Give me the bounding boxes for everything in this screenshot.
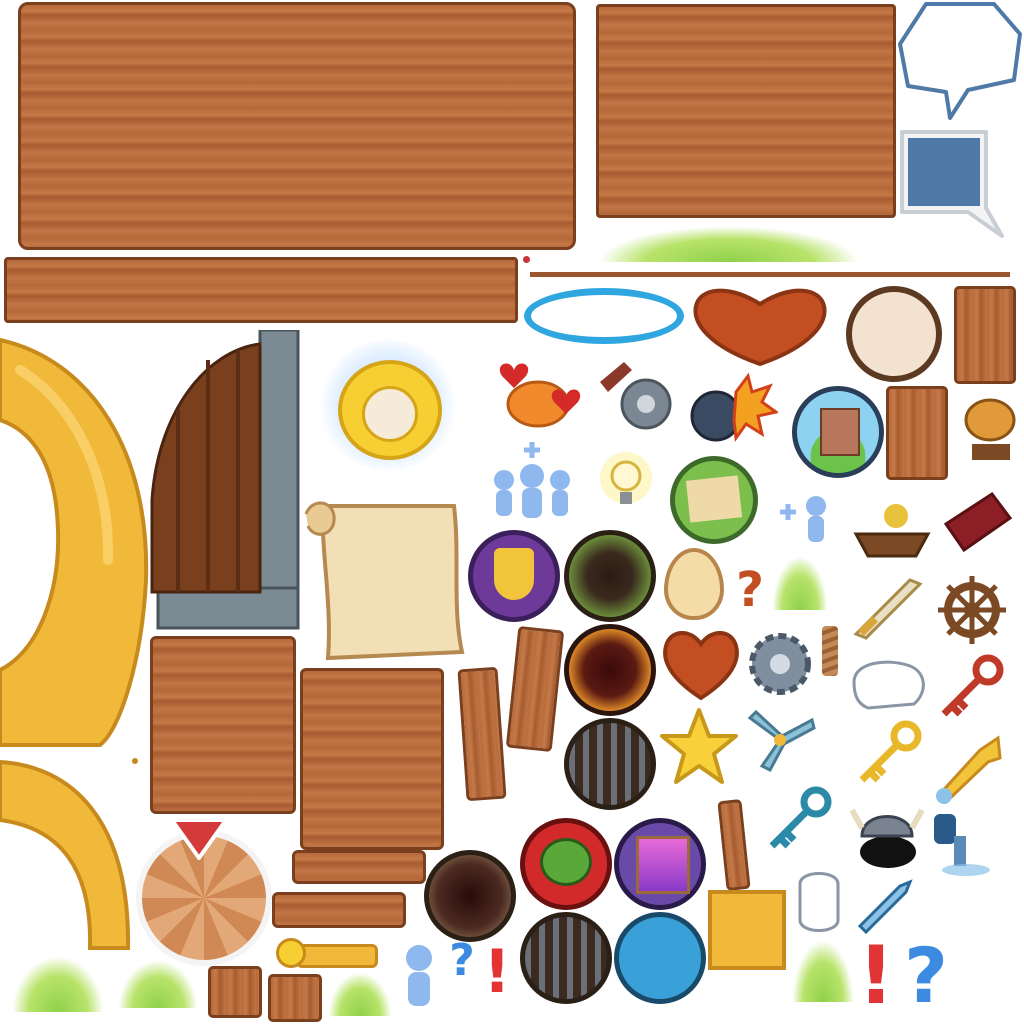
wooden-door <box>150 330 300 630</box>
bomb-explosion-icon <box>690 372 778 443</box>
add-friends-icon[interactable] <box>484 436 580 526</box>
teal-key-icon <box>769 786 832 849</box>
glove-icon <box>852 660 925 710</box>
wood-plank-short-a <box>292 850 426 884</box>
grass-strip <box>598 226 860 262</box>
question-mark-icon-large: ? <box>903 931 949 1020</box>
wood-stub-a <box>208 966 262 1018</box>
speech-bubble-icon <box>898 2 1022 120</box>
blue-ring-icon <box>524 288 684 344</box>
shield-crest <box>494 548 534 600</box>
grass-tuft <box>792 940 854 1002</box>
wood-post-medium <box>886 386 948 480</box>
wood-board-large <box>18 2 576 250</box>
gold-key-icon <box>859 720 922 783</box>
golden-trumpet-icon <box>935 735 1002 804</box>
portal-gate <box>636 836 690 894</box>
wood-stub-b <box>268 974 322 1022</box>
gold-bar-icon <box>296 944 378 968</box>
gold-bar-knob <box>276 938 306 968</box>
heart-frame-icon <box>693 288 827 367</box>
golden-arch-piece-bottom <box>0 759 131 950</box>
exclamation-mark-icon-large: ! <box>857 929 895 1022</box>
golden-frame-icon <box>708 890 786 970</box>
boss-cave-icon[interactable] <box>564 624 656 716</box>
pumpkin-hearts-icon <box>499 363 581 428</box>
add-friend-icon[interactable] <box>776 492 836 544</box>
pig-village-icon[interactable] <box>614 912 706 1004</box>
red-key-icon <box>941 654 1004 717</box>
round-wood-frame-icon <box>846 286 942 382</box>
grass-tuft <box>328 972 392 1016</box>
propeller-icon <box>747 709 816 772</box>
cave-level-icon[interactable] <box>564 530 656 622</box>
small-marker <box>132 758 138 764</box>
sword-icon <box>853 578 923 640</box>
egg-icon <box>664 548 724 620</box>
castle-tower-shape <box>820 408 860 456</box>
wood-block-stack <box>300 668 444 850</box>
pirate-ship-icon <box>853 504 931 558</box>
ship-wheel-icon <box>938 576 1006 644</box>
star-icon <box>660 708 738 784</box>
dark-cave-icon[interactable] <box>424 850 516 942</box>
map-paper-shape <box>685 475 743 523</box>
wood-board-medium <box>596 4 896 218</box>
parchment-scroll <box>304 501 465 661</box>
grass-tuft <box>772 556 828 610</box>
viking-helmet-icon <box>849 808 925 868</box>
heart-icon <box>663 631 739 701</box>
wood-post-a <box>457 666 507 802</box>
wood-branch <box>717 798 751 892</box>
red-book-icon <box>943 491 1013 553</box>
lightbulb-icon <box>600 452 652 504</box>
blue-sword-icon <box>857 879 913 934</box>
gate-level-icon-2[interactable] <box>520 912 612 1004</box>
wood-post-tall <box>954 286 1016 384</box>
telescope-icon <box>934 814 990 876</box>
wood-post-b <box>505 625 565 753</box>
red-dot <box>523 256 530 263</box>
white-glove-icon <box>798 872 840 932</box>
rope-icon <box>822 626 838 676</box>
pig-face <box>540 838 592 886</box>
exclamation-mark-icon: ! <box>483 937 511 1007</box>
wood-strip-thin <box>530 272 1010 277</box>
question-mark-icon: ? <box>449 935 475 986</box>
question-mark-icon: ? <box>736 562 764 618</box>
propeller-gear-icon <box>600 362 672 430</box>
wood-plank-long <box>4 257 518 323</box>
speech-frame-icon <box>900 130 1004 238</box>
airship-icon <box>964 398 1016 460</box>
wood-plank-short-b <box>272 892 406 928</box>
gate-level-icon[interactable] <box>564 718 656 810</box>
grass-tuft <box>12 956 104 1012</box>
grass-tuft <box>118 960 198 1008</box>
helper-character-icon <box>406 945 432 1006</box>
bird-face-circle <box>362 386 418 442</box>
gear-icon <box>749 633 811 695</box>
wood-block-square <box>150 636 296 814</box>
wheel-pointer-icon <box>170 818 228 860</box>
golden-arch-piece <box>0 337 149 747</box>
